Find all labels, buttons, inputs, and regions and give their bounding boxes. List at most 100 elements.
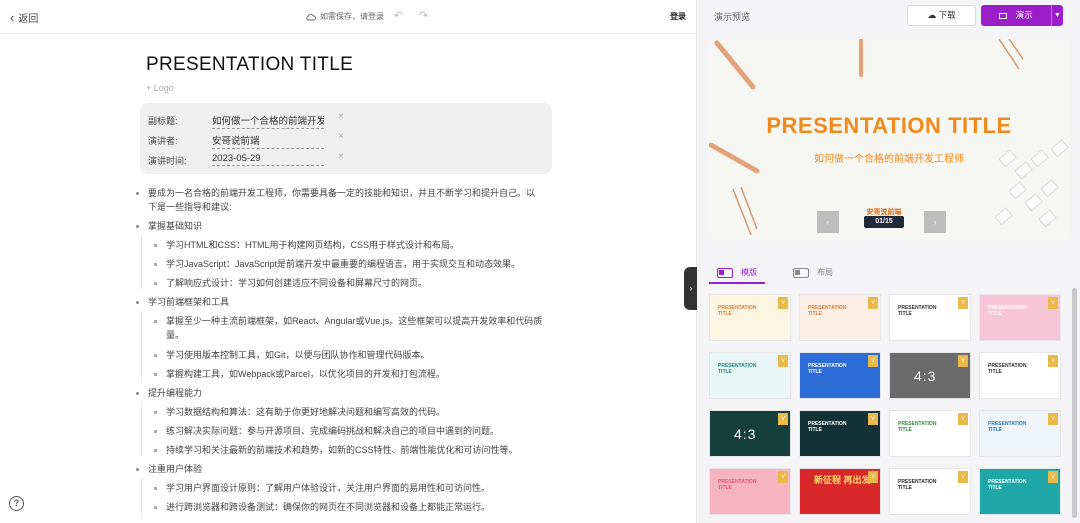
bullet-icon (154, 263, 157, 266)
list-item[interactable]: 掌握至少一种主流前端框架，如React、Angular或Vue.js。这些框架可… (154, 314, 544, 342)
template-thumbnail[interactable]: PRESENTATION TITLE V (709, 468, 791, 515)
thumbnail-title: 4:3 (914, 368, 937, 384)
present-dropdown-button[interactable]: ▼ (1051, 5, 1063, 26)
bullet-icon (154, 449, 157, 452)
meta-row-subtitle: 副标题: 如何做一个合格的前端开发工 × (148, 111, 548, 129)
vip-badge-icon: V (778, 355, 788, 367)
template-thumbnail[interactable]: 4:3 V (709, 410, 791, 457)
template-thumbnail[interactable]: 新征程 再出发 V (799, 468, 881, 515)
indent-guide (141, 311, 142, 383)
bullet-icon (136, 468, 139, 471)
vip-badge-icon: V (868, 297, 878, 309)
clear-icon[interactable]: × (338, 151, 344, 162)
list-item[interactable]: 练习解决实际问题：参与开源项目、完成编码挑战和解决自己的项目中遇到的问题。 (154, 424, 544, 438)
bullet-icon (154, 320, 157, 323)
list-item[interactable]: 学习HTML和CSS：HTML用于构建网页结构，CSS用于样式设计和布局。 (154, 238, 544, 252)
preview-subtitle: 如何做一个合格的前端开发工程师 (814, 154, 964, 165)
template-thumbnail[interactable]: PRESENTATION TITLE V (799, 410, 881, 457)
chevron-down-icon: ▼ (1054, 12, 1061, 19)
bullet-icon (154, 244, 157, 247)
chevron-left-icon: ‹ (10, 9, 15, 25)
undo-icon[interactable]: ↶ (394, 9, 403, 22)
thumbnail-title: PRESENTATION TITLE (808, 363, 847, 375)
bullet-icon (154, 487, 157, 490)
clear-icon[interactable]: × (338, 131, 344, 142)
date-field[interactable]: 2023-05-29 (212, 153, 324, 166)
meta-row-speaker: 演讲者: 安哥说前端 × (148, 131, 548, 149)
template-thumbnail[interactable]: PRESENTATION TITLE V (799, 352, 881, 399)
login-button[interactable]: 登录 (670, 11, 686, 22)
vip-badge-icon: V (1048, 471, 1058, 483)
back-button[interactable]: ‹ 返回 (10, 9, 39, 26)
section-heading[interactable]: 注重用户体验 (136, 462, 202, 476)
prev-slide-button[interactable]: ‹ (817, 211, 839, 233)
meta-key: 演讲时间: (148, 156, 187, 166)
thumbnail-title: PRESENTATION TITLE (718, 305, 757, 317)
scrollbar[interactable] (1072, 288, 1077, 518)
template-thumbnail[interactable]: PRESENTATION TITLE V (889, 468, 971, 515)
next-slide-button[interactable]: › (924, 211, 946, 233)
help-icon[interactable]: ? (9, 496, 24, 511)
thumbnail-title: PRESENTATION TITLE (988, 479, 1027, 491)
vip-badge-icon: V (868, 413, 878, 425)
list-item[interactable]: 了解响应式设计：学习如何创建适应不同设备和屏幕尺寸的网页。 (154, 276, 544, 290)
list-item[interactable]: 要成为一名合格的前端开发工程师，你需要具备一定的技能和知识，并且不断学习和提升自… (136, 186, 541, 214)
top-bar: ‹ 返回 如需保存，请登录 ↶ ↷ 登录 (0, 0, 696, 34)
thumbnail-title: PRESENTATION TITLE (898, 305, 937, 317)
intro-text: 要成为一名合格的前端开发工程师，你需要具备一定的技能和知识，并且不断学习和提升自… (148, 188, 536, 212)
back-label: 返回 (18, 14, 39, 25)
active-tab-indicator (709, 282, 765, 284)
template-thumbnail[interactable]: PRESENTATION TITLE V (979, 294, 1061, 341)
section-heading[interactable]: 提升编程能力 (136, 386, 202, 400)
subtitle-field[interactable]: 如何做一个合格的前端开发工 (212, 113, 324, 129)
thumbnail-title: PRESENTATION TITLE (898, 421, 937, 433)
preview-title: PRESENTATION TITLE (766, 113, 1012, 138)
thumbnail-title: PRESENTATION TITLE (718, 363, 757, 375)
collapse-panel-button[interactable]: › (684, 267, 698, 310)
list-item[interactable]: 学习使用版本控制工具，如Git，以便与团队协作和管理代码版本。 (154, 348, 544, 362)
bullet-icon (154, 506, 157, 509)
indent-guide (141, 478, 142, 518)
template-thumbnail[interactable]: PRESENTATION TITLE V (889, 294, 971, 341)
meta-panel: 副标题: 如何做一个合格的前端开发工 × 演讲者: 安哥说前端 × 演讲时间: … (140, 103, 552, 174)
section-heading[interactable]: 掌握基础知识 (136, 219, 202, 233)
template-thumbnail[interactable]: PRESENTATION TITLE V (979, 410, 1061, 457)
vip-badge-icon: V (958, 297, 968, 309)
list-item[interactable]: 掌握构建工具，如Webpack或Parcel，以优化项目的开发和打包流程。 (154, 367, 544, 381)
tab-layout[interactable]: 布局 (793, 267, 833, 278)
template-thumbnail[interactable]: PRESENTATION TITLE V (889, 410, 971, 457)
section-heading[interactable]: 学习前端框架和工具 (136, 295, 229, 309)
indent-guide (141, 402, 142, 456)
bullet-icon (154, 373, 157, 376)
list-item[interactable]: 学习用户界面设计原则：了解用户体验设计，关注用户界面的易用性和可访问性。 (154, 481, 544, 495)
slide-preview[interactable]: PRESENTATION TITLE 如何做一个合格的前端开发工程师 安哥说前端… (709, 39, 1069, 239)
template-thumbnail[interactable]: PRESENTATION TITLE V (709, 294, 791, 341)
clear-icon[interactable]: × (338, 111, 344, 122)
template-thumbnail[interactable]: PRESENTATION TITLE V (979, 468, 1061, 515)
thumbnail-title: PRESENTATION TITLE (988, 363, 1027, 375)
layout-icon (793, 267, 809, 278)
template-thumbnail[interactable]: PRESENTATION TITLE V (799, 294, 881, 341)
redo-icon[interactable]: ↷ (419, 9, 428, 22)
vip-badge-icon: V (1048, 297, 1058, 309)
document-title[interactable]: PRESENTATION TITLE (146, 54, 353, 76)
template-thumbnail[interactable]: PRESENTATION TITLE V (709, 352, 791, 399)
list-item[interactable]: 持续学习和关注最新的前端技术和趋势，如新的CSS特性、前端性能优化和可访问性等。 (154, 443, 544, 457)
speaker-field[interactable]: 安哥说前端 (212, 133, 324, 149)
list-item[interactable]: 进行跨浏览器和跨设备测试：确保你的网页在不同浏览器和设备上都能正常运行。 (154, 500, 544, 514)
download-button[interactable]: ☁ 下载 (907, 5, 976, 26)
list-item[interactable]: 学习数据结构和算法：这有助于你更好地解决问题和编写高效的代码。 (154, 405, 544, 419)
present-button[interactable]: 演示 (981, 5, 1051, 26)
meta-key: 副标题: (148, 116, 178, 126)
template-tabs: 模版 布局 (709, 263, 1069, 285)
thumbnail-title: PRESENTATION TITLE (988, 421, 1027, 433)
list-item[interactable]: 学习JavaScript：JavaScript是前端开发中最重要的编程语言，用于… (154, 257, 544, 271)
indent-guide (141, 235, 142, 289)
bullet-icon (136, 301, 139, 304)
vip-badge-icon: V (958, 355, 968, 367)
thumbnail-title: 4:3 (734, 426, 757, 442)
template-thumbnail[interactable]: PRESENTATION TITLE V (979, 352, 1061, 399)
add-logo-button[interactable]: + Logo (146, 83, 174, 93)
template-thumbnail[interactable]: 4:3 V (889, 352, 971, 399)
tab-templates[interactable]: 模版 (717, 267, 757, 278)
